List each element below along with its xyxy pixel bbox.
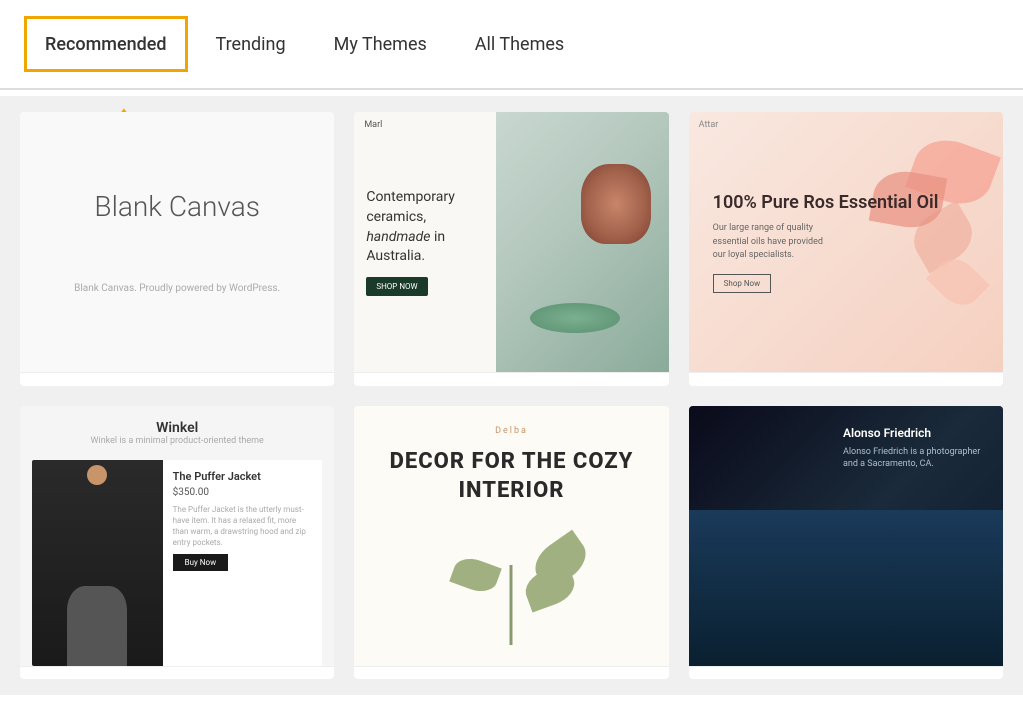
alonso-text-block: Alonso Friedrich Alonso Friedrich is a p… xyxy=(843,426,983,471)
delba-site-name: Delba xyxy=(495,426,528,436)
theme-more-alonso[interactable]: ••• xyxy=(961,679,987,680)
winkel-product-desc: The Puffer Jacket is the utterly must-ha… xyxy=(173,504,313,549)
theme-card-delba: Delba DECOR FOR THE COZY INTERIOR Delba … xyxy=(354,406,668,680)
theme-preview-marl[interactable]: Marl Retro Contemporary ceramics, handma… xyxy=(354,112,668,372)
theme-footer-alonso: Alonso ••• xyxy=(689,666,1003,680)
attar-shop-button[interactable]: Shop Now xyxy=(713,274,771,293)
delba-plant-decoration xyxy=(374,525,648,645)
theme-preview-attar[interactable]: Attar 100% Pure Ros Essential Oil Our la… xyxy=(689,112,1003,372)
winkel-product-info: The Puffer Jacket $350.00 The Puffer Jac… xyxy=(163,460,323,666)
theme-more-winkel[interactable]: ••• xyxy=(292,679,318,680)
winkel-product-card: The Puffer Jacket $350.00 The Puffer Jac… xyxy=(32,460,322,666)
winkel-store-name: Winkel xyxy=(34,420,320,436)
winkel-buy-button[interactable]: Buy Now xyxy=(173,554,228,571)
jacket-figure xyxy=(67,586,127,666)
delba-headline: DECOR FOR THE COZY INTERIOR xyxy=(374,448,648,505)
blank-canvas-footer-text: Blank Canvas. Proudly powered by WordPre… xyxy=(74,283,280,294)
alonso-person-name: Alonso Friedrich xyxy=(843,426,983,440)
tab-all-themes[interactable]: All Themes xyxy=(451,0,588,88)
theme-footer-winkel: Winkel ••• xyxy=(20,666,334,680)
theme-footer-attar: Attar ••• xyxy=(689,372,1003,386)
marl-site-name: Marl xyxy=(364,120,382,130)
attar-site-name: Attar xyxy=(699,120,719,130)
theme-card-marl: Marl Retro Contemporary ceramics, handma… xyxy=(354,112,668,386)
winkel-product-image xyxy=(32,460,163,666)
jacket-head xyxy=(87,465,107,485)
marl-left-panel: Contemporary ceramics, handmade in Austr… xyxy=(354,112,495,372)
winkel-store-desc: Winkel is a minimal product-oriented the… xyxy=(34,436,320,446)
plant-stem xyxy=(510,565,513,645)
winkel-product-name: The Puffer Jacket xyxy=(173,470,313,483)
tab-my-themes-label: My Themes xyxy=(334,34,427,55)
tab-trending[interactable]: Trending xyxy=(192,0,310,88)
theme-card-attar: Attar 100% Pure Ros Essential Oil Our la… xyxy=(689,112,1003,386)
tab-all-themes-label: All Themes xyxy=(475,34,564,55)
theme-more-marl[interactable]: ••• xyxy=(626,385,652,386)
attar-text-block: 100% Pure Ros Essential Oil Our large ra… xyxy=(713,191,939,293)
tab-my-themes[interactable]: My Themes xyxy=(310,0,451,88)
theme-preview-blank-canvas[interactable]: Blank Canvas Blank Canvas. Proudly power… xyxy=(20,112,334,372)
theme-preview-delba[interactable]: Delba DECOR FOR THE COZY INTERIOR xyxy=(354,406,668,666)
tab-recommended-label: Recommended xyxy=(45,34,167,55)
marl-shop-button[interactable]: SHOP NOW xyxy=(366,277,427,296)
theme-preview-alonso[interactable]: Alonso Friedrich Alonso Friedrich is a p… xyxy=(689,406,1003,666)
theme-more-delba[interactable]: ••• xyxy=(626,679,652,680)
tab-recommended[interactable]: Recommended xyxy=(24,16,188,72)
marl-tagline: Contemporary ceramics, handmade in Austr… xyxy=(366,188,483,266)
theme-footer-delba: Delba ••• xyxy=(354,666,668,680)
theme-grid: Blank Canvas Blank Canvas. Proudly power… xyxy=(0,96,1023,695)
ceramic-image xyxy=(496,112,669,372)
tab-bar: Recommended Trending My Themes All Theme… xyxy=(0,0,1023,90)
attar-site-header: Attar xyxy=(699,120,719,130)
marl-right-panel xyxy=(496,112,669,372)
attar-title: 100% Pure Ros Essential Oil xyxy=(713,191,939,214)
theme-preview-winkel[interactable]: Winkel Winkel is a minimal product-orien… xyxy=(20,406,334,666)
winkel-price: $350.00 xyxy=(173,487,313,498)
alonso-description: Alonso Friedrich is a photographer and a… xyxy=(843,446,983,471)
theme-card-blank-canvas: Blank Canvas Blank Canvas. Proudly power… xyxy=(20,112,334,386)
winkel-header: Winkel Winkel is a minimal product-orien… xyxy=(20,406,334,460)
theme-more-blank-canvas[interactable]: ••• xyxy=(292,385,318,386)
plant-leaf-2 xyxy=(449,553,502,597)
blank-canvas-title-text: Blank Canvas xyxy=(94,190,259,223)
tab-trending-label: Trending xyxy=(216,34,286,55)
theme-more-attar[interactable]: ••• xyxy=(961,385,987,386)
theme-footer-blank-canvas: Blank Canvas ••• xyxy=(20,372,334,386)
theme-footer-marl: Marl ••• xyxy=(354,372,668,386)
theme-card-winkel: Winkel Winkel is a minimal product-orien… xyxy=(20,406,334,680)
theme-card-alonso: Alonso Friedrich Alonso Friedrich is a p… xyxy=(689,406,1003,680)
attar-desc: Our large range of quality essential oil… xyxy=(713,222,833,263)
alonso-landscape xyxy=(689,510,1003,666)
